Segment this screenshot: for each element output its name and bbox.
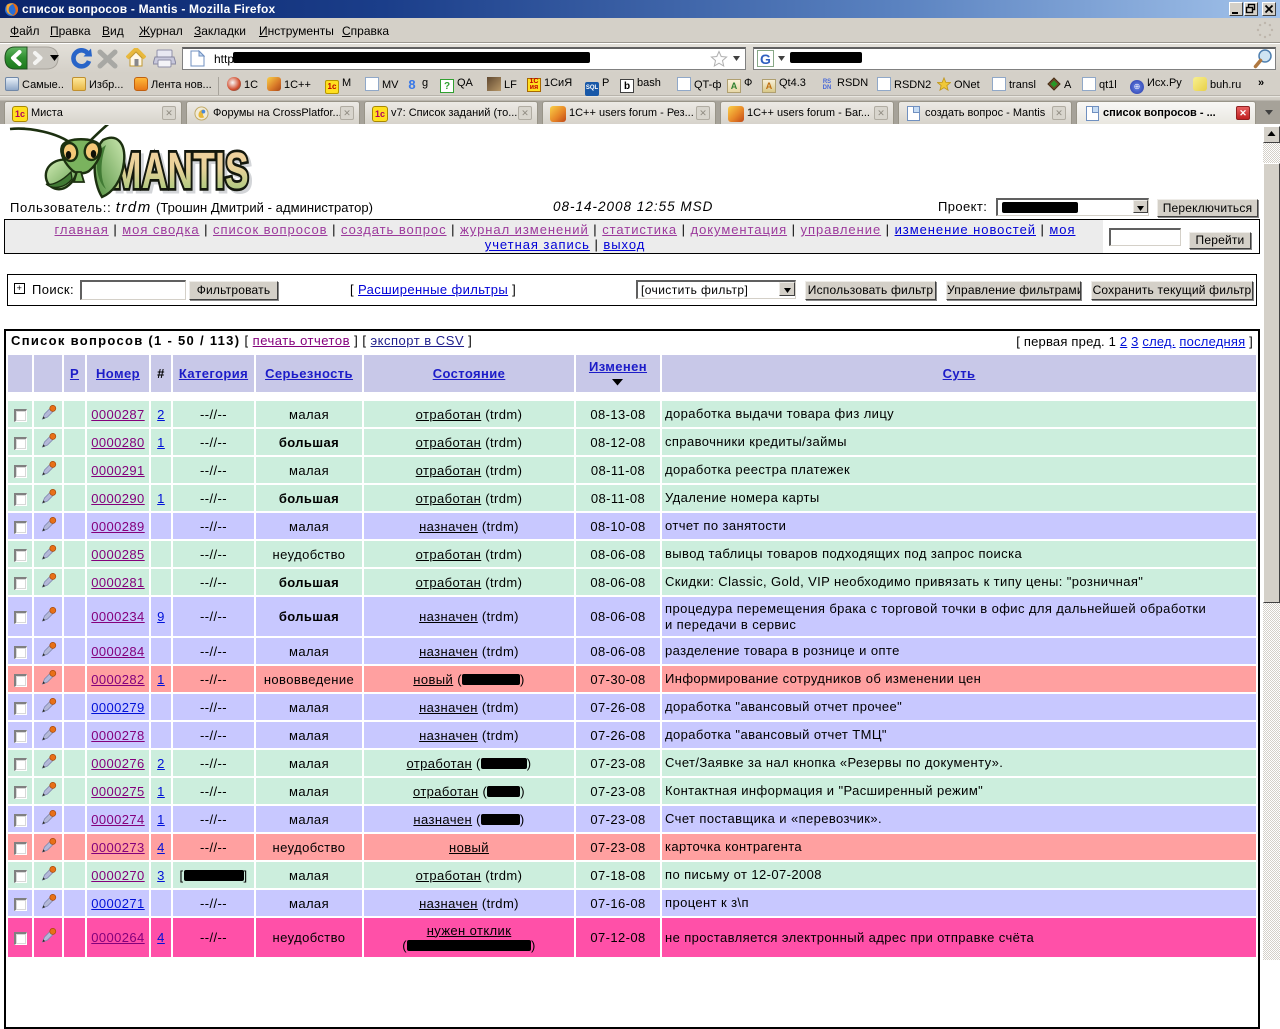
- svg-text:MANTIS: MANTIS: [112, 142, 249, 199]
